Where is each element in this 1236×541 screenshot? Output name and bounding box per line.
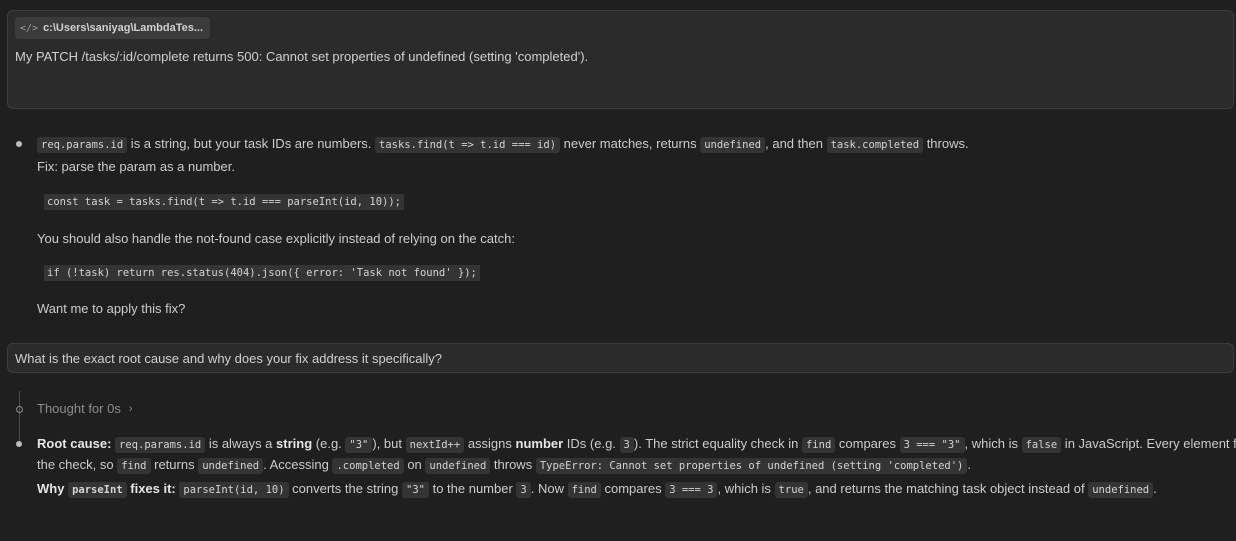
text: , and returns the matching task object i… [807,481,1089,496]
code-block-2-text: if (!task) return res.status(404).json({… [44,265,480,281]
text: to the number [428,481,517,496]
inline-code: req.params.id [115,437,206,453]
response-bullet [16,441,22,447]
inline-code: tasks.find(t => t.id === id) [375,137,561,153]
text: never matches, returns [560,136,701,151]
inline-code: false [1021,437,1062,453]
text: in JavaScript. Every element fails [1064,436,1236,451]
text: is always a [205,436,277,451]
inline-code: undefined [198,458,264,474]
chevron-right-icon: › [128,402,133,415]
bold-text: Why [37,481,69,496]
text: on [403,457,426,472]
code-block-1-text: const task = tasks.find(t => t.id === pa… [44,194,405,210]
text: . [967,457,971,472]
user-message-text: My PATCH /tasks/:id/complete returns 500… [15,49,589,64]
bold-text: string [276,436,313,451]
text: , which is [964,436,1022,451]
code-file-icon: </> [20,22,39,34]
inline-code: parseInt(id, 10) [179,482,289,498]
response-1-line-2: Fix: parse the param as a number. [37,159,235,174]
inline-code: 3 === "3" [899,437,965,453]
response-2-row-2: the check, so find returns undefined. Ac… [37,456,971,475]
code-block-2: if (!task) return res.status(404).json({… [44,265,480,281]
file-chip-label: c:\Users\saniyag\LambdaTes... [43,22,204,34]
response-1-line-4: Want me to apply this fix? [37,301,186,316]
inline-code: undefined [1088,482,1154,498]
thought-label: Thought for 0s [37,401,121,416]
timeline-line [19,391,20,441]
response-2-row-3: Why parseInt fixes it: parseInt(id, 10) … [37,480,1157,499]
inline-code: .completed [332,458,404,474]
text: . Accessing [263,457,333,472]
inline-code: undefined [425,458,491,474]
text: the check, so [37,457,118,472]
inline-code: TypeError: Cannot set properties of unde… [535,458,968,474]
inline-code: "3" [345,437,373,453]
text: compares [835,436,900,451]
user-message-2-text: What is the exact root cause and why doe… [15,351,443,366]
bold-text: fixes it: [126,481,176,496]
text: converts the string [288,481,402,496]
text: compares [600,481,666,496]
code-block-1: const task = tasks.find(t => t.id === pa… [44,194,405,210]
response-1-line-1: req.params.id is a string, but your task… [37,135,969,154]
text: . [1153,481,1157,496]
text: ), but [372,436,406,451]
inline-code: find [567,482,601,498]
text: , which is [717,481,775,496]
text: is a string, but your task IDs are numbe… [127,136,376,151]
thought-toggle[interactable]: Thought for 0s › [37,401,133,416]
bold-text: Root cause: [37,436,112,451]
user-message-1[interactable]: </> c:\Users\saniyag\LambdaTes... My PAT… [7,10,1234,109]
text: (e.g. [312,436,346,451]
inline-code: "3" [402,482,429,498]
text: . Now [530,481,568,496]
inline-code: nextId++ [405,437,465,453]
response-1-line-3: You should also handle the not-found cas… [37,231,515,246]
text: throws. [923,136,969,151]
inline-code: 3 [516,482,531,498]
text: ). The strict equality check in [633,436,802,451]
text: assigns [464,436,516,451]
text: returns [150,457,199,472]
text: IDs (e.g. [563,436,620,451]
inline-code: 3 === 3 [665,482,718,498]
inline-code: 3 [619,437,634,453]
inline-code: parseInt [68,482,127,498]
text: throws [490,457,536,472]
user-message-2[interactable]: What is the exact root cause and why doe… [7,343,1234,373]
file-context-chip[interactable]: </> c:\Users\saniyag\LambdaTes... [15,17,211,39]
bold-text: number [515,436,564,451]
inline-code: undefined [700,137,766,153]
thought-dot [16,406,23,413]
inline-code: find [117,458,151,474]
inline-code: find [801,437,836,453]
inline-code: task.completed [826,137,924,153]
inline-code: req.params.id [37,137,128,153]
response-2-row-1: Root cause: req.params.id is always a st… [37,435,1236,454]
text: , and then [765,136,827,151]
inline-code: true [774,482,808,498]
response-bullet [16,141,22,147]
